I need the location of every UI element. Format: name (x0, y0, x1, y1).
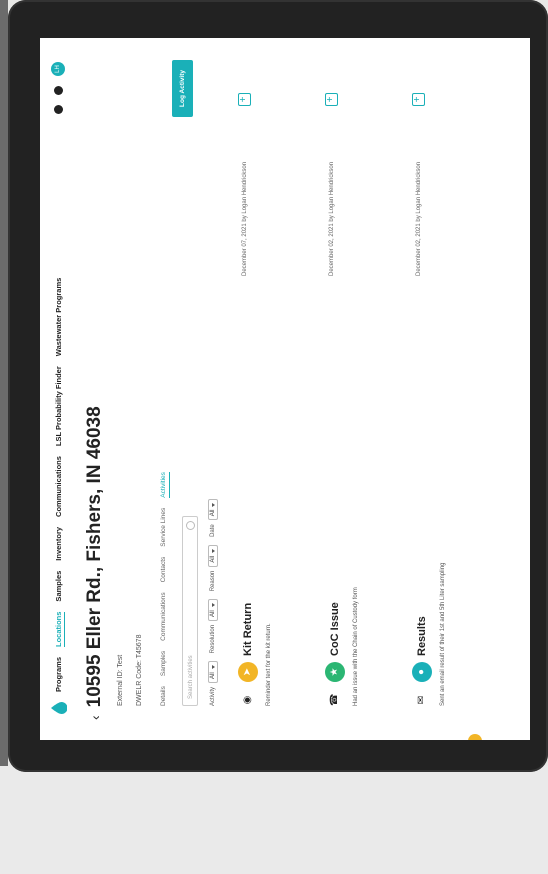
activity-date: December 07, 2021 by Logan Hendrickson (242, 161, 248, 276)
log-activity-button[interactable]: Log Activity (172, 60, 193, 117)
coc-issue-badge-icon: ★ (325, 662, 345, 682)
tablet-bezel: Programs Locations Samples Inventory Com… (8, 0, 548, 772)
droplet-logo-icon[interactable] (51, 702, 67, 714)
top-right-icons: LH (51, 62, 65, 114)
activity-header: ☎ ★ CoC Issue (325, 56, 345, 706)
activity-header: ◉ ➤ Kit Return (238, 56, 258, 706)
nav-locations[interactable]: Locations (53, 611, 65, 647)
search-icon (186, 521, 195, 530)
chevron-down-icon (211, 502, 215, 507)
activity-description: Reminder text for the kit return. (266, 623, 272, 706)
back-arrow-icon[interactable]: ‹ (87, 715, 103, 720)
expand-icon[interactable]: + (412, 93, 425, 106)
tab-activities[interactable]: Activities (160, 472, 170, 498)
tab-contacts[interactable]: Contacts (160, 557, 170, 583)
phone-icon: ☎ (329, 693, 340, 706)
background-strip (0, 0, 8, 874)
help-icon[interactable] (53, 105, 63, 114)
page-background (0, 766, 548, 874)
reason-filter-value: All (210, 555, 216, 563)
date-filter-select[interactable]: All (208, 498, 218, 521)
chevron-down-icon (211, 665, 215, 670)
app-screen: Programs Locations Samples Inventory Com… (40, 38, 530, 740)
results-badge-icon: ● (412, 662, 432, 682)
main-nav: Programs Locations Samples Inventory Com… (53, 278, 65, 692)
chat-icon: ◉ (242, 695, 253, 705)
activity-filter-value: All (210, 672, 216, 679)
activity-item: ☎ ★ CoC Issue Had an issue with the Chai… (325, 56, 359, 706)
external-id: External ID: Test (117, 654, 124, 706)
activity-description: Had an issue with the Chain of Custody f… (353, 587, 359, 706)
chevron-down-icon (211, 548, 215, 553)
nav-communications[interactable]: Communications (54, 456, 65, 517)
search-placeholder: Search activities (188, 655, 194, 699)
tab-samples[interactable]: Samples (160, 651, 170, 676)
tab-communications[interactable]: Communications (160, 592, 170, 640)
app-content: Programs Locations Samples Inventory Com… (40, 38, 530, 740)
nav-samples[interactable]: Samples (54, 571, 65, 602)
activity-item: ✉ ● Results Sent an email result of thei… (412, 56, 446, 706)
reason-filter-label: Reason (210, 570, 216, 592)
activity-title: Kit Return (242, 602, 254, 656)
email-icon: ✉ (416, 695, 427, 705)
search-input[interactable]: Search activities (182, 516, 198, 706)
nav-lsl-probability-finder[interactable]: LSL Probability Finder (54, 366, 65, 446)
nav-inventory[interactable]: Inventory (54, 527, 65, 561)
kit-return-badge-icon: ➤ (238, 662, 258, 682)
activity-date: December 02, 2021 by Logan Hendrickson (416, 161, 422, 276)
next-activity-badge-icon (468, 734, 482, 740)
resolution-filter-select[interactable]: All (208, 599, 218, 621)
reason-filter-select[interactable]: All (208, 544, 218, 567)
dweller-code: DWELR Code: T45678 (136, 634, 143, 706)
activity-title: CoC Issue (329, 602, 341, 656)
activity-item: ◉ ➤ Kit Return Reminder text for the kit… (238, 56, 272, 706)
avatar[interactable]: LH (51, 62, 65, 76)
filter-bar: Activity All Resolution All Reason All D… (208, 498, 218, 706)
expand-icon[interactable]: + (238, 93, 251, 106)
tab-details[interactable]: Details (160, 686, 170, 706)
nav-programs[interactable]: Programs (54, 657, 65, 692)
tab-service-lines[interactable]: Service Lines (160, 508, 170, 547)
page-title: 10595 Eller Rd., Fishers, IN 46038 (84, 406, 105, 708)
top-navigation: Programs Locations Samples Inventory Com… (40, 38, 78, 740)
nav-wastewater-programs[interactable]: Wastewater Programs (54, 278, 65, 357)
gear-icon[interactable] (53, 86, 63, 95)
expand-icon[interactable]: + (325, 93, 338, 106)
activity-description: Sent an email result of their 1st and 5t… (440, 562, 446, 706)
activity-title: Results (416, 616, 428, 656)
page-header: ‹ 10595 Eller Rd., Fishers, IN 46038 (84, 406, 106, 720)
date-filter-value: All (210, 509, 216, 517)
date-filter-label: Date (210, 524, 216, 537)
activity-filter-label: Activity (210, 686, 216, 706)
activity-date: December 02, 2021 by Logan Hendrickson (329, 161, 335, 276)
chevron-down-icon (211, 603, 215, 608)
activity-header: ✉ ● Results (412, 56, 432, 706)
activity-filter-select[interactable]: All (208, 661, 218, 683)
location-tabs: Details Samples Communications Contacts … (160, 472, 170, 706)
resolution-filter-value: All (210, 610, 216, 617)
resolution-filter-label: Resolution (210, 624, 216, 654)
